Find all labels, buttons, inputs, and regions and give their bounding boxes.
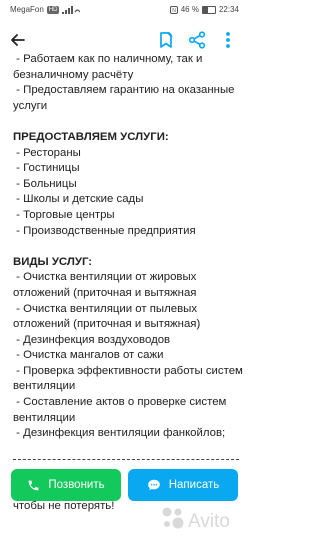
text-line: - Производственные предприятия xyxy=(13,224,196,237)
screen: MegaFon HD N 46 % 22:34 - Работаем как п… xyxy=(0,0,249,540)
tail-text: чтобы не потерять! xyxy=(13,500,115,512)
battery-level xyxy=(202,6,209,13)
phone-icon xyxy=(29,480,39,490)
arrow-left-icon[interactable] xyxy=(8,30,28,50)
text-line: отложений (приточная и вытяжная) xyxy=(13,318,201,331)
text-line: вентиляции xyxy=(13,380,76,393)
status-right: N 46 % 22:34 xyxy=(169,5,239,14)
status-bar: MegaFon HD N 46 % 22:34 xyxy=(0,0,249,20)
text-line: вентиляции xyxy=(13,411,76,424)
text-line: - Гостиницы xyxy=(13,162,80,175)
call-button-label: Позвонить xyxy=(48,479,105,491)
text-line: - Составление актов о проверке систем xyxy=(13,396,227,409)
battery-text: 46 % xyxy=(180,5,199,14)
avito-watermark: Avito xyxy=(162,507,230,532)
call-button[interactable]: Позвонить xyxy=(11,469,121,501)
text-line: - Очистка мангалов от сажи xyxy=(13,349,164,362)
write-button[interactable]: Написать xyxy=(128,469,238,501)
write-button-label: Написать xyxy=(168,479,220,491)
bookmark-edit-icon[interactable] xyxy=(156,30,176,50)
text-line: - Школы и детские сады xyxy=(13,193,144,206)
text-line: безналичному расчёту xyxy=(13,68,134,81)
text-line: - Проверка эффективности работы систем xyxy=(13,364,243,377)
status-left: MegaFon HD xyxy=(10,5,81,14)
text-line: - Работаем как по наличному, так и xyxy=(13,53,203,65)
battery-icon xyxy=(201,5,216,14)
text-line: - Очистка вентиляции от пылевых xyxy=(13,302,198,315)
signal-icon xyxy=(62,5,81,14)
chat-bubble-icon xyxy=(147,479,160,491)
text-line: - Дезинфекция воздуховодов xyxy=(13,333,171,346)
text-line: - Очистка вентиляции от жировых xyxy=(13,271,197,284)
text-line: - Больницы xyxy=(13,177,77,190)
divider xyxy=(13,459,239,460)
share-icon[interactable] xyxy=(187,30,207,50)
section-heading: ПРЕДОСТАВЛЯЕМ УСЛУГИ: xyxy=(13,130,169,143)
text-line: - Предоставляем гарантию на оказанные xyxy=(13,84,235,97)
avito-watermark-text: Avito xyxy=(188,511,230,532)
text-line: - Рестораны xyxy=(13,146,81,159)
text-line: отложений (приточная и вытяжная xyxy=(13,286,197,299)
nfc-icon: N xyxy=(169,5,178,14)
clock: 22:34 xyxy=(218,5,239,14)
text-line: - Дезинфекция вентиляции фанкойлов; xyxy=(13,427,226,440)
network-badge: HD xyxy=(46,5,60,14)
section-heading: ВИДЫ УСЛУГ: xyxy=(13,255,93,268)
text-line: услуги xyxy=(13,99,48,112)
description-text: - Работаем как по наличному, так и безнал… xyxy=(0,52,249,442)
avito-logo-icon xyxy=(162,507,184,529)
svg-text:N: N xyxy=(172,8,176,14)
text-line: - Торговые центры xyxy=(13,208,115,221)
carrier-name: MegaFon xyxy=(10,5,44,14)
more-vertical-icon[interactable] xyxy=(218,30,238,50)
